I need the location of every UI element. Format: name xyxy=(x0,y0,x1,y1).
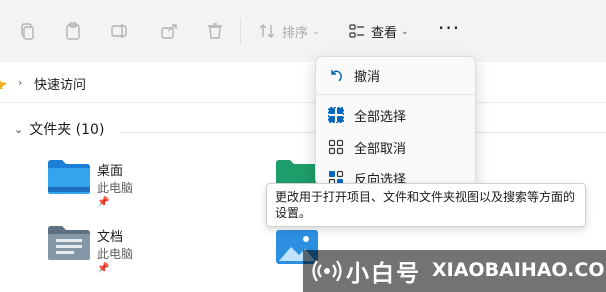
breadcrumb-quick-access[interactable]: 快速访问 xyxy=(34,74,86,93)
view-more-menu: 撤消 全部选择 全部取消 反向选择 xyxy=(315,56,476,188)
chevron-down-icon: ⌄ xyxy=(401,26,409,37)
toolbar-divider xyxy=(240,18,241,44)
pin-icon: 📌 xyxy=(97,263,110,274)
view-label: 查看 xyxy=(371,26,398,41)
chevron-right-icon[interactable]: › xyxy=(18,76,22,89)
ellipsis-icon: ··· xyxy=(438,16,461,40)
folder-tile-documents[interactable]: 文档 此电脑 📌 xyxy=(47,225,247,285)
watermark-brand: 小白号 xyxy=(346,261,421,287)
menu-item-label: 撤消 xyxy=(354,70,381,85)
menu-item-select-none[interactable]: 全部取消 xyxy=(316,132,475,162)
more-options-button[interactable]: ··· xyxy=(438,16,460,40)
undo-icon xyxy=(331,70,342,82)
quick-access-bar: › 快速访问 xyxy=(0,62,606,103)
sort-label: 排序 xyxy=(282,26,309,41)
share-icon[interactable] xyxy=(156,18,182,44)
documents-folder-icon xyxy=(47,225,91,265)
folder-location: 此电脑 xyxy=(97,247,134,261)
tooltip: 更改用于打开项目、文件和文件夹视图以及搜索等方面的设置。 xyxy=(266,183,586,227)
watermark-url: XIAOBAIHAO.COM xyxy=(432,259,606,281)
folder-location: 此电脑 xyxy=(97,181,134,195)
menu-item-select-all[interactable]: 全部选择 xyxy=(316,100,475,130)
desktop-folder-icon xyxy=(47,159,91,199)
menu-item-label: 全部取消 xyxy=(354,142,407,157)
sort-button[interactable]: 排序 ⌄ xyxy=(282,22,320,41)
paste-icon[interactable] xyxy=(60,18,86,44)
copy-icon[interactable] xyxy=(14,18,40,44)
chevron-down-icon: ⌄ xyxy=(14,122,24,136)
select-all-icon xyxy=(328,107,344,123)
group-header[interactable]: ⌄ 文件夹 (10) xyxy=(14,119,104,139)
pin-icon: 📌 xyxy=(97,197,110,208)
star-icon xyxy=(0,74,12,93)
chevron-down-icon: ⌄ xyxy=(312,26,320,37)
sort-icon[interactable] xyxy=(254,18,280,44)
group-header-label: 文件夹 (10) xyxy=(29,122,105,138)
view-button[interactable]: 查看 ⌄ xyxy=(371,22,409,41)
broadcast-icon xyxy=(312,258,342,288)
folder-name: 桌面 xyxy=(97,164,124,179)
view-icon[interactable] xyxy=(344,18,370,44)
delete-icon[interactable] xyxy=(202,18,228,44)
rename-icon[interactable] xyxy=(106,18,132,44)
folder-tile-desktop[interactable]: 桌面 此电脑 📌 xyxy=(47,159,247,219)
menu-item-label: 全部选择 xyxy=(354,110,407,125)
menu-divider xyxy=(316,94,475,95)
command-bar: 排序 ⌄ 查看 ⌄ ··· xyxy=(0,0,606,63)
menu-item-undo[interactable]: 撤消 xyxy=(316,60,475,90)
folder-name: 文档 xyxy=(97,230,124,245)
select-none-icon xyxy=(328,139,344,155)
